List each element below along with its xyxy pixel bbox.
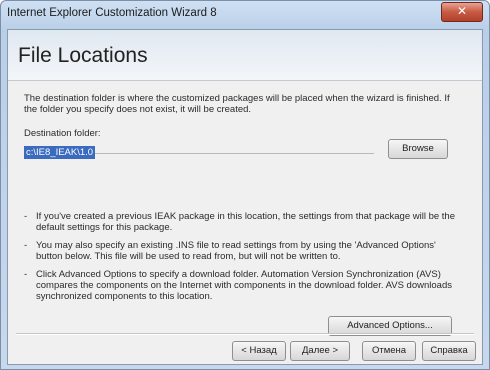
list-item: - You may also specify an existing .INS … (24, 240, 464, 262)
back-button[interactable]: < Назад (232, 341, 286, 361)
wizard-window: Internet Explorer Customization Wizard 8… (0, 0, 490, 370)
destination-folder-value: c:\IE8_IEAK\1.0 (24, 146, 96, 159)
info-bullet-list: - If you've created a previous IEAK pack… (24, 211, 464, 309)
help-button[interactable]: Справка (422, 341, 476, 361)
bullet-text: If you've created a previous IEAK packag… (36, 211, 455, 233)
next-button[interactable]: Далее > (290, 341, 350, 361)
window-title: Internet Explorer Customization Wizard 8 (7, 7, 217, 19)
bullet-text: You may also specify an existing .INS fi… (36, 240, 436, 262)
close-icon: ✕ (456, 4, 468, 18)
footer-divider (16, 333, 474, 335)
close-button[interactable]: ✕ (441, 2, 483, 22)
title-bar[interactable]: Internet Explorer Customization Wizard 8… (1, 1, 489, 29)
destination-folder-label: Destination folder: (24, 128, 101, 139)
list-item: - Click Advanced Options to specify a do… (24, 269, 464, 302)
page-description: The destination folder is where the cust… (24, 93, 450, 115)
page-title: File Locations (18, 44, 148, 67)
bullet-text: Click Advanced Options to specify a down… (36, 269, 452, 302)
wizard-client-area: File Locations The destination folder is… (7, 29, 483, 365)
destination-folder-input[interactable]: c:\IE8_IEAK\1.0 (24, 140, 374, 159)
list-item: - If you've created a previous IEAK pack… (24, 211, 464, 233)
header-panel: File Locations (8, 30, 482, 81)
cancel-button[interactable]: Отмена (362, 341, 416, 361)
browse-button[interactable]: Browse (388, 139, 448, 159)
